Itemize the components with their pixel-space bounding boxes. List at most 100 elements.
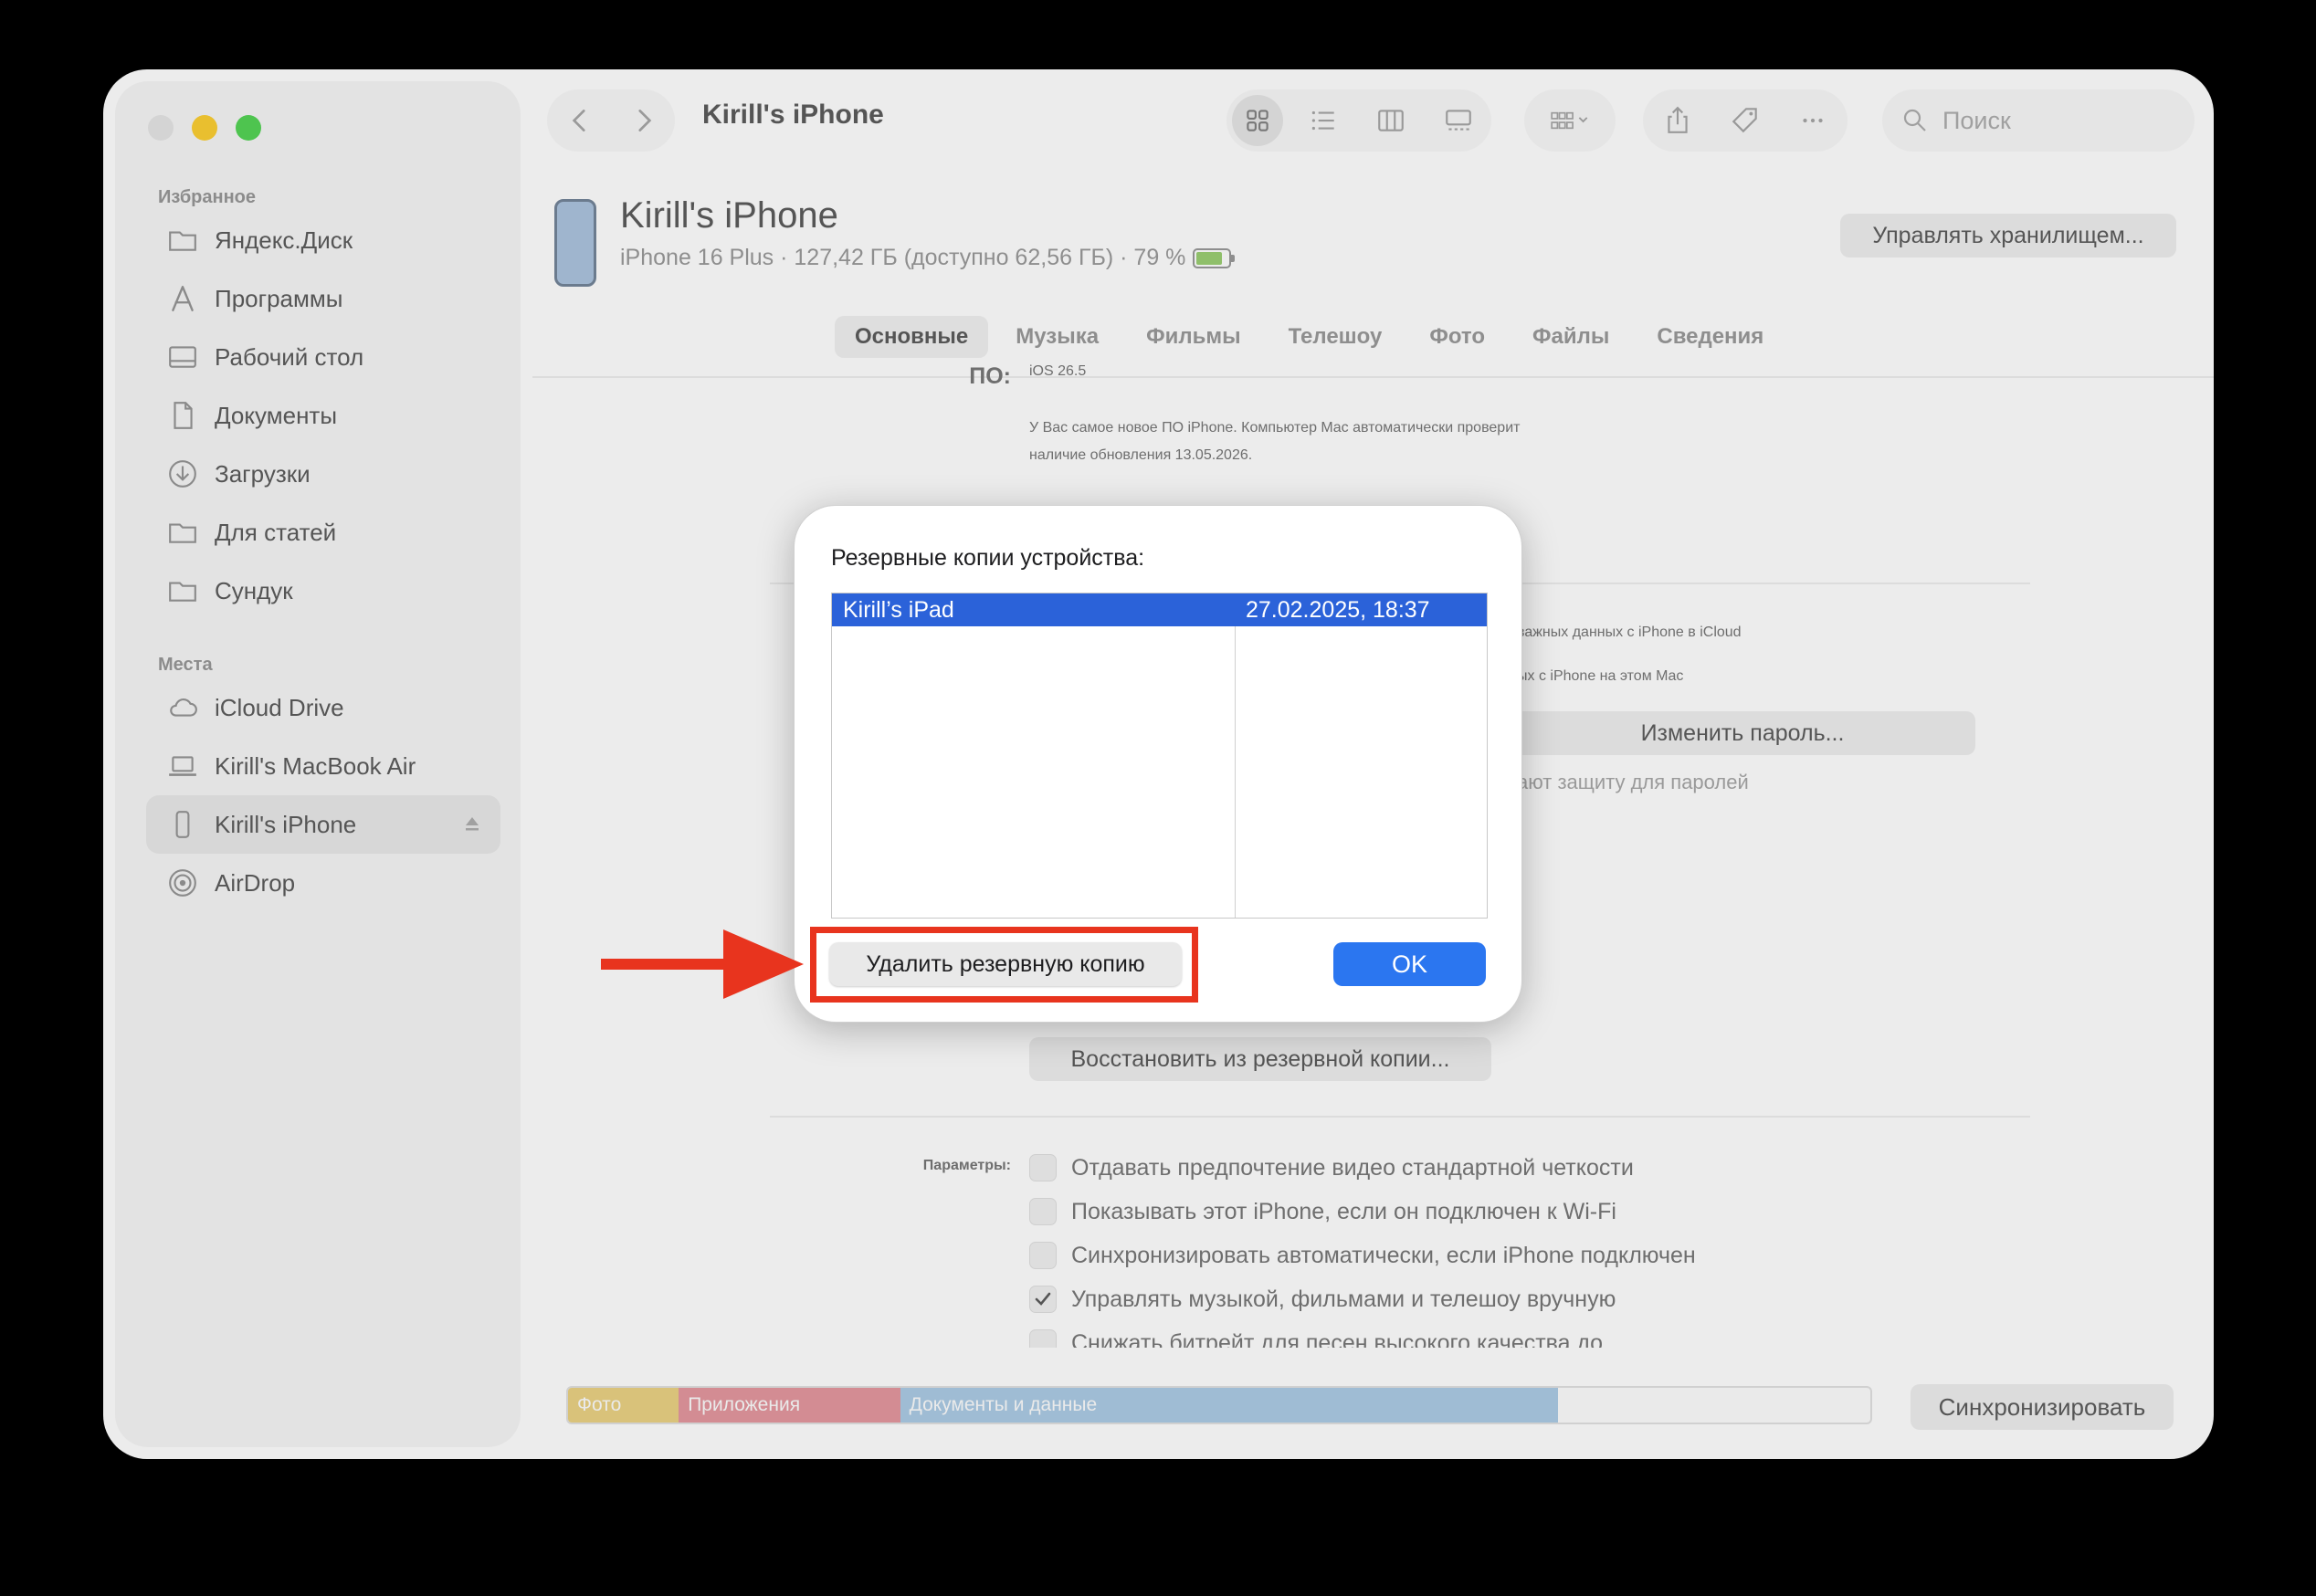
maximize-window-button[interactable] bbox=[236, 115, 261, 141]
sidebar-item-chest[interactable]: Сундук bbox=[146, 562, 500, 620]
option-label: Отдавать предпочтение видео стандартной … bbox=[1071, 1154, 1634, 1181]
device-tabs: Основные Музыка Фильмы Телешоу Фото Файл… bbox=[835, 316, 1791, 358]
sidebar-item-documents[interactable]: Документы bbox=[146, 386, 500, 445]
separator bbox=[770, 1116, 2030, 1118]
list-view-button[interactable] bbox=[1298, 95, 1349, 146]
option-label: Показывать этот iPhone, если он подключе… bbox=[1071, 1198, 1616, 1224]
checkbox[interactable] bbox=[1029, 1198, 1057, 1225]
option-reduce-bitrate[interactable]: Снижать битрейт для песен высокого качес… bbox=[1029, 1329, 1603, 1348]
option-show-on-wifi[interactable]: Показывать этот iPhone, если он подключе… bbox=[1029, 1198, 1616, 1225]
sidebar-item-macbook[interactable]: Kirill's MacBook Air bbox=[146, 737, 500, 795]
forward-button[interactable] bbox=[618, 95, 669, 146]
eject-icon[interactable] bbox=[462, 814, 482, 834]
restore-backup-button[interactable]: Восстановить из резервной копии... bbox=[1029, 1037, 1491, 1081]
laptop-icon bbox=[165, 749, 200, 783]
sidebar-item-for-articles[interactable]: Для статей bbox=[146, 503, 500, 562]
tab-general[interactable]: Основные bbox=[835, 316, 989, 358]
battery-icon bbox=[1193, 247, 1236, 268]
sidebar-section-favorites: Избранное bbox=[158, 187, 257, 207]
device-info: iPhone 16 Plus · 127,42 ГБ (доступно 62,… bbox=[620, 245, 1236, 271]
storage-segment-photos: Фото bbox=[568, 1388, 679, 1423]
close-window-button[interactable] bbox=[148, 115, 174, 141]
folder-icon bbox=[165, 223, 200, 257]
column-view-button[interactable] bbox=[1365, 95, 1416, 146]
checkbox-checked[interactable] bbox=[1029, 1286, 1057, 1313]
grid-icon bbox=[1247, 110, 1269, 131]
storage-bar: Фото Приложения Документы и данные bbox=[566, 1386, 1872, 1424]
sidebar-item-airdrop[interactable]: AirDrop bbox=[146, 854, 500, 912]
chevron-left-icon bbox=[572, 110, 585, 131]
option-label: Синхронизировать автоматически, если iPh… bbox=[1071, 1242, 1696, 1268]
sidebar-item-label: Для статей bbox=[215, 518, 337, 546]
password-note: ают защиту для паролей bbox=[1517, 771, 1749, 793]
checkbox[interactable] bbox=[1029, 1242, 1057, 1269]
more-button[interactable] bbox=[1787, 95, 1838, 146]
device-name: Kirill's iPhone bbox=[620, 195, 838, 236]
desktop-icon bbox=[165, 340, 200, 374]
window-title: Kirill's iPhone bbox=[702, 100, 884, 130]
share-button[interactable] bbox=[1652, 95, 1703, 146]
group-by-icon bbox=[1551, 111, 1588, 130]
manage-storage-button[interactable]: Управлять хранилищем... bbox=[1840, 214, 2176, 257]
chevron-right-icon bbox=[638, 110, 652, 131]
sidebar-item-label: AirDrop bbox=[215, 868, 296, 897]
backup-date: 27.02.2025, 18:37 bbox=[1246, 596, 1430, 623]
sidebar-item-label: Загрузки bbox=[215, 459, 311, 488]
device-info-text: iPhone 16 Plus · 127,42 ГБ (доступно 62,… bbox=[620, 245, 1186, 270]
sidebar-item-label: Программы bbox=[215, 284, 343, 312]
checkbox[interactable] bbox=[1029, 1154, 1057, 1181]
gallery-icon bbox=[1446, 110, 1471, 131]
option-label: Управлять музыкой, фильмами и телешоу вр… bbox=[1071, 1286, 1616, 1312]
search-placeholder: Поиск bbox=[1942, 106, 2011, 134]
change-password-button[interactable]: Изменить пароль... bbox=[1510, 711, 1975, 755]
tags-button[interactable] bbox=[1720, 95, 1771, 146]
gallery-view-button[interactable] bbox=[1433, 95, 1484, 146]
columns-icon bbox=[1378, 110, 1404, 131]
tab-files[interactable]: Файлы bbox=[1512, 316, 1629, 358]
iphone-icon bbox=[165, 807, 200, 842]
document-icon bbox=[165, 398, 200, 433]
tab-info[interactable]: Сведения bbox=[1637, 316, 1784, 358]
sidebar-item-label: Документы bbox=[215, 401, 338, 429]
tab-music[interactable]: Музыка bbox=[995, 316, 1119, 358]
minimize-window-button[interactable] bbox=[192, 115, 217, 141]
back-button[interactable] bbox=[554, 95, 605, 146]
backup-mac-option-text: ых с iPhone на этом Mac bbox=[1517, 668, 1684, 684]
airdrop-icon bbox=[165, 866, 200, 900]
sidebar-item-iphone[interactable]: Kirill's iPhone bbox=[146, 795, 500, 854]
dialog-title: Резервные копии устройства: bbox=[831, 545, 1145, 571]
sidebar-item-icloud-drive[interactable]: iCloud Drive bbox=[146, 678, 500, 737]
checkbox[interactable] bbox=[1029, 1329, 1057, 1348]
sidebar-item-downloads[interactable]: Загрузки bbox=[146, 445, 500, 503]
group-by-button[interactable] bbox=[1539, 95, 1603, 146]
sidebar-item-apps[interactable]: Программы bbox=[146, 269, 500, 328]
sidebar-item-label: Сундук bbox=[215, 576, 293, 604]
table-row[interactable]: Kirill’s iPad 27.02.2025, 18:37 bbox=[832, 593, 1487, 626]
cloud-icon bbox=[165, 690, 200, 725]
iphone-device-icon bbox=[554, 199, 596, 287]
ok-button[interactable]: OK bbox=[1333, 942, 1486, 986]
tab-tv-shows[interactable]: Телешоу bbox=[1269, 316, 1403, 358]
backup-icloud-option-text: важных данных с iPhone в iCloud bbox=[1517, 625, 1742, 640]
backup-name: Kirill’s iPad bbox=[843, 596, 954, 623]
option-label: Снижать битрейт для песен высокого качес… bbox=[1071, 1329, 1604, 1349]
apps-icon bbox=[165, 281, 200, 316]
tab-movies[interactable]: Фильмы bbox=[1126, 316, 1261, 358]
folder-icon bbox=[165, 573, 200, 608]
backups-table[interactable]: Kirill’s iPad 27.02.2025, 18:37 bbox=[831, 593, 1488, 919]
option-auto-sync[interactable]: Синхронизировать автоматически, если iPh… bbox=[1029, 1242, 1696, 1269]
software-version: iOS 26.5 bbox=[1029, 363, 1087, 379]
sidebar-item-desktop[interactable]: Рабочий стол bbox=[146, 328, 500, 386]
tab-photos[interactable]: Фото bbox=[1409, 316, 1505, 358]
option-sd-video[interactable]: Отдавать предпочтение видео стандартной … bbox=[1029, 1154, 1634, 1181]
annotation-arrow-icon bbox=[601, 929, 804, 999]
sidebar-item-label: Рабочий стол bbox=[215, 342, 364, 371]
sidebar-item-yandex-disk[interactable]: Яндекс.Диск bbox=[146, 211, 500, 269]
option-clip: Снижать битрейт для песен высокого качес… bbox=[1029, 1329, 1942, 1348]
sync-button[interactable]: Синхронизировать bbox=[1911, 1384, 2174, 1430]
search-field[interactable]: Поиск bbox=[1882, 89, 2195, 152]
icon-view-button[interactable] bbox=[1232, 95, 1283, 146]
option-manual-manage[interactable]: Управлять музыкой, фильмами и телешоу вр… bbox=[1029, 1286, 1616, 1313]
storage-segment-apps: Приложения bbox=[679, 1388, 900, 1423]
sidebar-item-label: Kirill's iPhone bbox=[215, 810, 357, 838]
